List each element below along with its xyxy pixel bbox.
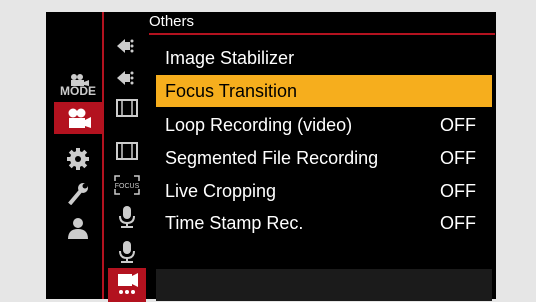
film-frame-icon xyxy=(116,99,138,117)
menu-item-time-stamp-rec[interactable]: Time Stamp Rec. OFF xyxy=(156,207,492,239)
video-af-icon xyxy=(117,71,134,85)
title-underline xyxy=(149,33,495,35)
menu-item-label: Image Stabilizer xyxy=(165,47,295,68)
tab-mode[interactable]: MODE xyxy=(54,70,102,100)
wrench-icon xyxy=(68,183,88,205)
menu-item-label: Segmented File Recording xyxy=(165,147,379,168)
menu-item-label: Loop Recording (video) xyxy=(165,114,353,135)
subtab-mic-1[interactable] xyxy=(108,201,146,233)
film-frame-icon xyxy=(116,142,138,160)
subtab-film-2[interactable] xyxy=(108,135,146,167)
menu-item-value: OFF xyxy=(440,212,476,233)
subtab-film-1[interactable] xyxy=(108,92,146,124)
empty-menu-slot xyxy=(156,269,492,301)
microphone-icon xyxy=(119,206,135,228)
sub-tab-column: FOCUS xyxy=(108,0,146,302)
microphone-icon xyxy=(119,241,135,263)
tab-divider xyxy=(102,12,104,299)
menu-item-value: OFF xyxy=(440,147,476,168)
menu-item-value: OFF xyxy=(440,180,476,201)
subtab-af-2[interactable] xyxy=(108,62,146,94)
page-title: Others xyxy=(149,13,195,30)
subtab-others[interactable] xyxy=(108,268,146,302)
menu-item-live-cropping[interactable]: Live Cropping OFF xyxy=(156,175,492,207)
subtab-af-1[interactable] xyxy=(108,30,146,62)
focus-frame-icon: FOCUS xyxy=(114,175,140,195)
menu-item-focus-transition[interactable]: Focus Transition xyxy=(156,75,492,107)
video-others-icon xyxy=(118,273,138,294)
menu-item-label: Focus Transition xyxy=(165,80,298,101)
tab-settings[interactable] xyxy=(54,143,102,175)
main-tab-column: MODE xyxy=(54,0,102,299)
menu-item-segmented-file-recording[interactable]: Segmented File Recording OFF xyxy=(156,142,492,174)
menu-item-image-stabilizer[interactable]: Image Stabilizer xyxy=(156,42,492,74)
person-icon xyxy=(68,218,88,239)
video-camera-icon xyxy=(68,108,91,128)
subtab-mic-2[interactable] xyxy=(108,236,146,268)
video-af-icon xyxy=(117,39,134,53)
menu-item-loop-recording[interactable]: Loop Recording (video) OFF xyxy=(156,109,492,141)
tab-user[interactable] xyxy=(54,212,102,244)
mode-label: MODE xyxy=(60,83,96,98)
tab-custom[interactable] xyxy=(54,178,102,210)
menu-item-label: Time Stamp Rec. xyxy=(165,212,304,233)
focus-label: FOCUS xyxy=(115,183,140,190)
menu-item-label: Live Cropping xyxy=(165,180,277,201)
tab-video[interactable] xyxy=(54,102,102,134)
menu-item-value: OFF xyxy=(440,114,476,135)
subtab-focus[interactable]: FOCUS xyxy=(108,169,146,201)
gear-icon xyxy=(67,148,89,170)
